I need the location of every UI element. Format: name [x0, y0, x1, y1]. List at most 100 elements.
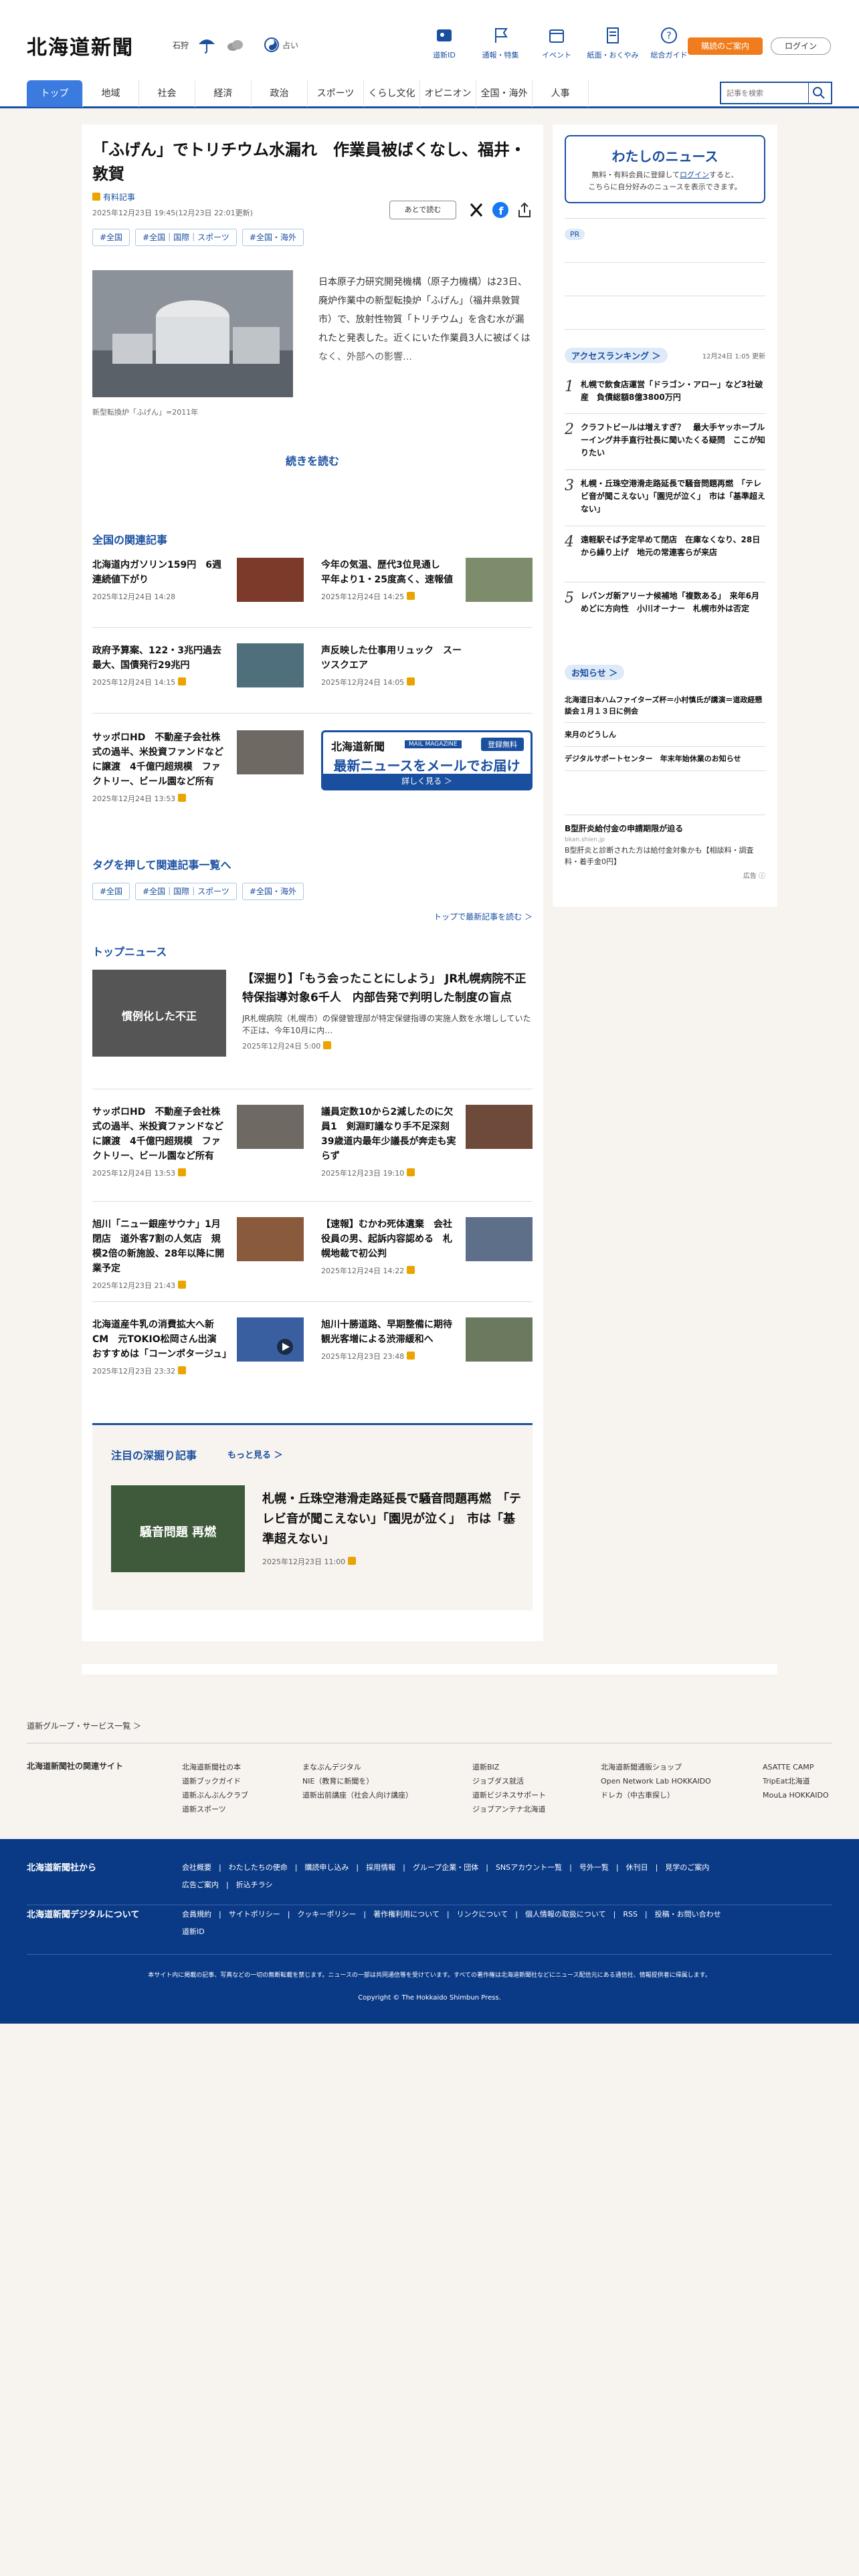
top-news-item[interactable]: サッポロHD 不動産子会社株式の過半、米投資ファンドなどに譲渡 4千億円超規模 …: [92, 1105, 304, 1178]
tab-culture[interactable]: くらし文化: [364, 80, 420, 107]
top-news-lead[interactable]: 慣例化した不正 【深掘り】「もう会ったことにしよう」 JR札幌病院不正 特保指導…: [92, 970, 537, 1057]
weather-widget[interactable]: 石狩 占い: [173, 35, 298, 55]
tab-economy[interactable]: 経済: [195, 80, 252, 107]
footer-link[interactable]: 会社概要: [182, 1863, 211, 1872]
footer-link[interactable]: 道新BIZ: [472, 1760, 546, 1774]
footer-link[interactable]: ジョブアンテナ北海道: [472, 1802, 546, 1816]
tab-top[interactable]: トップ: [27, 80, 83, 107]
nav-events[interactable]: イベント: [529, 25, 585, 60]
ranking-item[interactable]: 1 札幌で飲食店運営「ドラゴン・アロー」など3社破産 負債総額8億3800万円: [565, 379, 765, 404]
footer-link[interactable]: 個人情報の取扱について: [525, 1910, 606, 1919]
ranking-item[interactable]: 4 遠軽駅そば予定早めて閉店 在庫なくなり、28日から繰り上げ 地元の常連客らが来…: [565, 534, 765, 559]
tag-link[interactable]: #全国｜国際｜スポーツ: [135, 229, 237, 246]
mail-magazine-banner[interactable]: 北海道新聞 MAIL MAGAZINE 登録無料 最新ニュースをメールでお届け …: [321, 730, 533, 790]
footer-link[interactable]: MouLa HOKKAIDO: [763, 1788, 829, 1802]
related-item[interactable]: サッポロHD 不動産子会社株式の過半、米投資ファンドなどに譲渡 4千億円超規模 …: [92, 730, 304, 804]
read-more-link[interactable]: 続きを読む: [82, 452, 543, 468]
save-later-button[interactable]: あとで読む: [389, 201, 456, 219]
notice-item[interactable]: 来月のどうしん: [565, 729, 765, 740]
nav-doshin-id[interactable]: 道新ID: [416, 25, 472, 60]
top-news-item[interactable]: 議員定数10から2減したのに欠員1 剣淵町議なり手不足深刻 39歳道内最年少議長…: [321, 1105, 533, 1178]
tag-link[interactable]: #全国｜国際｜スポーツ: [135, 883, 237, 900]
top-news-item[interactable]: 北海道産牛乳の消費拡大へ新CM 元TOKIO松岡さん出演 おすすめは「コーンポタ…: [92, 1317, 304, 1376]
notice-heading[interactable]: お知らせ ＞: [565, 665, 625, 680]
share-icon[interactable]: [515, 201, 534, 219]
footer-link[interactable]: 会員規約: [182, 1910, 211, 1919]
footer-link[interactable]: Open Network Lab HOKKAIDO: [601, 1774, 711, 1788]
notice-item[interactable]: 北海道日本ハムファイターズ杯＝小村慎氏が講演＝道政経懇談会１月１３日に例会: [565, 694, 765, 717]
my-news-box[interactable]: わたしのニュース 無料・有料会員に登録してログインすると、 こちらに自分好みのニュ…: [565, 135, 765, 203]
footer-link[interactable]: 道新スポーツ: [182, 1802, 248, 1816]
footer-link[interactable]: TripEat北海道: [763, 1774, 829, 1788]
footer-link[interactable]: 北海道新聞社の本: [182, 1760, 248, 1774]
related-item[interactable]: 北海道内ガソリン159円 6週連続値下がり 2025年12月24日 14:28: [92, 558, 304, 602]
tab-society[interactable]: 社会: [139, 80, 195, 107]
ad-block[interactable]: B型肝炎給付金の申請期限が迫る bkan.shien.jp B型肝炎と診断された…: [565, 823, 765, 880]
related-item[interactable]: 今年の気温、歴代3位見通し 平年より1・25度高く、速報値 2025年12月24日…: [321, 558, 533, 602]
footer-link[interactable]: ジョブダス就活: [472, 1774, 546, 1788]
tab-politics[interactable]: 政治: [252, 80, 308, 107]
tab-personnel[interactable]: 人事: [533, 80, 589, 107]
footer-link[interactable]: 投稿・お問い合わせ: [655, 1910, 721, 1919]
footer-link[interactable]: 折込チラシ: [236, 1881, 273, 1889]
fortune-link[interactable]: 占い: [264, 37, 298, 53]
x-share-icon[interactable]: [467, 201, 486, 219]
ranking-item[interactable]: 2 クラフトビールは増えすぎ？ 最大手ヤッホーブルーイング井手直行社長に聞いたくる…: [565, 421, 765, 459]
my-news-login-link[interactable]: ログイン: [680, 171, 709, 179]
footer-link[interactable]: わたしたちの使命: [229, 1863, 288, 1872]
subscribe-button[interactable]: 購読のご案内: [688, 37, 763, 55]
footer-link[interactable]: 見学のご案内: [665, 1863, 709, 1872]
footer-link[interactable]: 道新ビジネスサポート: [472, 1788, 546, 1802]
tab-opinion[interactable]: オピニオン: [420, 80, 476, 107]
group-services-link[interactable]: 道新グループ・サービス一覧 ＞: [27, 1720, 141, 1731]
footer-link[interactable]: 道新ブックガイド: [182, 1774, 248, 1788]
top-news-item[interactable]: 旭川十勝道路、早期整備に期待 観光客増による渋滞緩和へ 2025年12月23日 2…: [321, 1317, 533, 1362]
featured-thumbnail[interactable]: 騒音問題 再燃: [111, 1485, 245, 1572]
nav-feature[interactable]: 通報・特集: [472, 25, 529, 60]
footer-link[interactable]: グループ企業・団体: [413, 1863, 478, 1872]
tag-link[interactable]: #全国・海外: [242, 883, 304, 900]
footer-link[interactable]: 号外一覧: [579, 1863, 609, 1872]
tab-sports[interactable]: スポーツ: [308, 80, 364, 107]
footer-link[interactable]: NIE（教育に新聞を）: [302, 1774, 413, 1788]
footer-link[interactable]: ドレカ（中古車探し）: [601, 1788, 711, 1802]
footer-link[interactable]: 道新ID: [182, 1927, 205, 1936]
footer-link[interactable]: サイトポリシー: [229, 1910, 280, 1919]
tab-region[interactable]: 地域: [83, 80, 139, 107]
footer-link[interactable]: リンクについて: [457, 1910, 508, 1919]
top-news-item[interactable]: 旭川「ニュー銀座サウナ」1月閉店 道外客7割の人気店 規模2倍の新施設、28年以…: [92, 1217, 304, 1291]
footer-link[interactable]: まなぶんデジタル: [302, 1760, 413, 1774]
footer-link[interactable]: 休刊日: [626, 1863, 648, 1872]
footer-link[interactable]: 採用情報: [366, 1863, 395, 1872]
latest-articles-link[interactable]: トップで最新記事を読む ＞: [434, 911, 533, 922]
footer-link[interactable]: 道新出前講座（社会人向け講座）: [302, 1788, 413, 1802]
ranking-item[interactable]: 3 札幌・丘珠空港滑走路延長で騒音問題再燃 「テレビ音が聞こえない」「園児が泣く」…: [565, 477, 765, 516]
footer-link[interactable]: クッキーポリシー: [297, 1910, 356, 1919]
login-button[interactable]: ログイン: [771, 37, 831, 55]
footer-link[interactable]: 北海道新聞通販ショップ: [601, 1760, 711, 1774]
notice-item[interactable]: デジタルサポートセンター 年末年始休業のお知らせ: [565, 753, 765, 764]
footer-link[interactable]: RSS: [623, 1910, 638, 1919]
featured-title[interactable]: 札幌・丘珠空港滑走路延長で騒音問題再燃 「テレビ音が聞こえない」「園児が泣く」 …: [262, 1489, 523, 1549]
footer-link[interactable]: 広告ご案内: [182, 1881, 219, 1889]
footer-link[interactable]: 購読申し込み: [304, 1863, 349, 1872]
featured-more-link[interactable]: もっと見る ＞: [227, 1448, 283, 1461]
tag-link[interactable]: #全国: [92, 229, 130, 246]
site-logo[interactable]: 北海道新聞: [27, 31, 134, 60]
footer-link[interactable]: SNSアカウント一覧: [496, 1863, 562, 1872]
nav-paper[interactable]: 紙面・おくやみ: [585, 25, 641, 60]
footer-link[interactable]: ASATTE CAMP: [763, 1760, 829, 1774]
search-button[interactable]: [808, 83, 831, 103]
ranking-item[interactable]: 5 レバンガ新アリーナ候補地「複数ある」 来年6月めどに方向性 小川オーナー 札幌…: [565, 590, 765, 615]
footer-link[interactable]: 著作権利用について: [373, 1910, 440, 1919]
mail-detail-button[interactable]: 詳しく見る ＞: [323, 774, 531, 788]
related-item[interactable]: 政府予算案、122・3兆円過去最大、国債発行29兆円 2025年12月24日 14…: [92, 643, 304, 687]
top-news-item[interactable]: 【速報】むかわ死体遺棄 会社役員の男、起訴内容認める 札幌地裁で初公判 2025年…: [321, 1217, 533, 1276]
related-item[interactable]: 声反映した仕事用リュック スーツスクエア 2025年12月24日 14:05: [321, 643, 533, 687]
facebook-share-icon[interactable]: f: [491, 201, 510, 219]
tab-national[interactable]: 全国・海外: [476, 80, 533, 107]
search-input[interactable]: [721, 83, 807, 103]
footer-link[interactable]: 道新ぶんぶんクラブ: [182, 1788, 248, 1802]
ranking-heading[interactable]: アクセスランキング ＞: [565, 348, 668, 363]
tag-link[interactable]: #全国・海外: [242, 229, 304, 246]
